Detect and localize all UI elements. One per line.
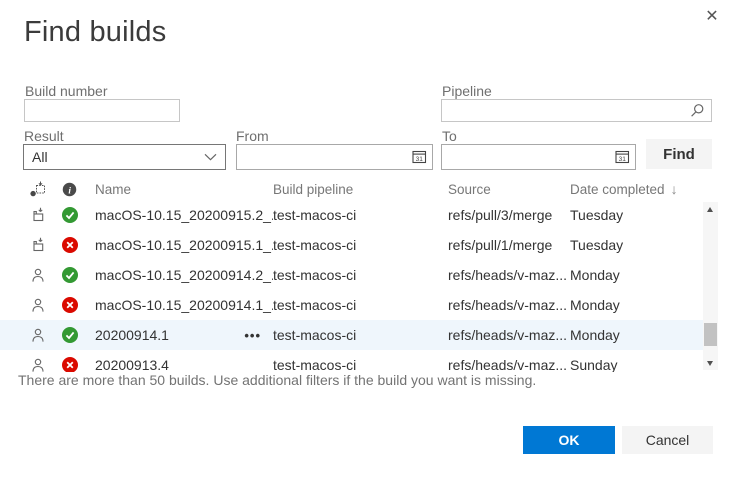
automated-trigger-icon [30,207,62,223]
build-name: macOS-10.15_20200915.2_... [95,207,273,223]
result-label: Result [24,128,64,144]
build-pipeline: test-macos-ci [273,327,448,343]
scroll-up-icon[interactable] [703,202,718,217]
status-failed-icon [62,297,95,313]
sort-descending-icon: ↓ [671,181,678,197]
build-name-text: macOS-10.15_20200915.1_... [95,237,273,253]
build-date: Monday [570,327,700,343]
svg-text:i: i [68,186,71,196]
build-date: Monday [570,297,700,313]
manual-trigger-person-icon [30,297,62,313]
results-limit-message: There are more than 50 builds. Use addit… [18,372,718,388]
from-date-input[interactable] [236,144,433,170]
column-header-name[interactable]: Name [95,182,273,197]
manual-trigger-person-icon [30,327,62,343]
manual-trigger-person-icon [30,357,62,372]
table-row[interactable]: macOS-10.15_20200915.1_... test-macos-ci… [0,230,703,260]
build-pipeline: test-macos-ci [273,297,448,313]
ok-button[interactable]: OK [523,426,615,454]
build-pipeline: test-macos-ci [273,267,448,283]
build-number-label: Build number [25,83,108,99]
pipeline-input[interactable] [441,99,712,122]
scroll-down-icon[interactable] [703,355,718,370]
build-name: macOS-10.15_20200915.1_... [95,237,273,253]
table-row[interactable]: macOS-10.15_20200915.2_... test-macos-ci… [0,200,703,230]
build-number-input[interactable] [24,99,180,122]
build-name-text: macOS-10.15_20200915.2_... [95,207,273,223]
build-date: Monday [570,267,700,283]
build-name: 20200914.1 ••• [95,327,273,343]
to-label: To [442,128,457,144]
status-succeeded-icon [62,327,95,343]
more-actions-icon[interactable]: ••• [242,328,263,343]
to-date-field: 31 [441,144,636,170]
find-builds-dialog: ✕ Find builds Build number Pipeline Resu… [0,0,737,481]
column-header-build-pipeline[interactable]: Build pipeline [273,182,448,197]
page-title: Find builds [24,16,166,49]
status-failed-icon [62,357,95,372]
find-button[interactable]: Find [646,139,712,169]
build-name-text: 20200914.1 [95,327,169,343]
table-row[interactable]: macOS-10.15_20200914.2_... test-macos-ci… [0,260,703,290]
build-name: macOS-10.15_20200914.1_... [95,297,273,313]
table-row-selected[interactable]: 20200914.1 ••• test-macos-ci refs/heads/… [0,320,703,350]
build-pipeline: test-macos-ci [273,237,448,253]
build-source: refs/heads/v-maz... [448,357,570,372]
build-pipeline: test-macos-ci [273,357,448,372]
status-failed-icon [62,237,95,253]
from-date-field: 31 [236,144,433,170]
vertical-scrollbar[interactable] [703,202,718,370]
status-column-info-icon: i [62,182,95,197]
result-select[interactable]: All [23,144,226,170]
status-succeeded-icon [62,267,95,283]
build-name: macOS-10.15_20200914.2_... [95,267,273,283]
build-source: refs/pull/1/merge [448,237,570,253]
column-header-date-completed[interactable]: Date completed ↓ [570,181,700,197]
build-source: refs/heads/v-maz... [448,327,570,343]
build-source: refs/heads/v-maz... [448,267,570,283]
build-name-text: macOS-10.15_20200914.2_... [95,267,273,283]
table-row[interactable]: 20200913.4 test-macos-ci refs/heads/v-ma… [0,350,703,372]
build-source: refs/heads/v-maz... [448,297,570,313]
cancel-button[interactable]: Cancel [622,426,713,454]
build-reason-column-icon [30,181,62,197]
build-date: Sunday [570,357,700,372]
build-source: refs/pull/3/merge [448,207,570,223]
build-list: macOS-10.15_20200915.2_... test-macos-ci… [0,200,703,372]
pipeline-field [441,99,712,122]
result-selected-value: All [32,149,48,165]
build-date: Tuesday [570,207,700,223]
date-completed-label: Date completed [570,182,665,197]
status-succeeded-icon [62,207,95,223]
close-icon[interactable]: ✕ [699,4,725,30]
build-date: Tuesday [570,237,700,253]
table-header: i Name Build pipeline Source Date comple… [0,178,703,200]
build-pipeline: test-macos-ci [273,207,448,223]
from-label: From [236,128,269,144]
scrollbar-thumb[interactable] [704,323,717,346]
pipeline-label: Pipeline [442,83,492,99]
manual-trigger-person-icon [30,267,62,283]
build-name-text: macOS-10.15_20200914.1_... [95,297,273,313]
build-name-text: 20200913.4 [95,357,169,372]
column-header-source[interactable]: Source [448,182,570,197]
table-row[interactable]: macOS-10.15_20200914.1_... test-macos-ci… [0,290,703,320]
automated-trigger-icon [30,237,62,253]
build-name: 20200913.4 [95,357,273,372]
chevron-down-icon [204,153,217,161]
to-date-input[interactable] [441,144,636,170]
